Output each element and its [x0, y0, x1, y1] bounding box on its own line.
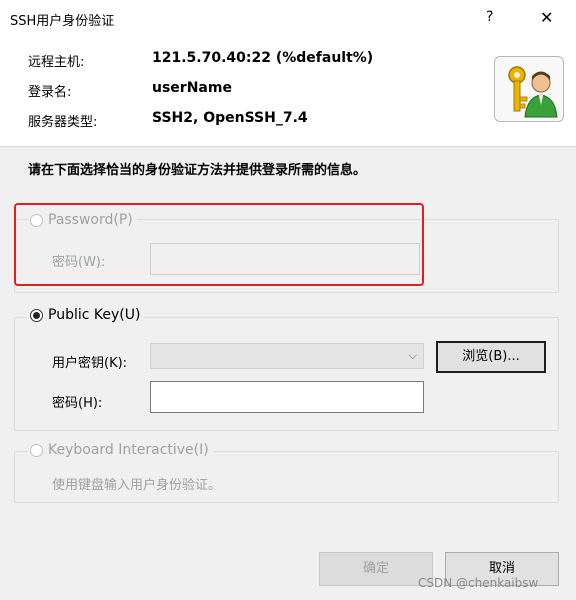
keyboard-interactive-label: Keyboard Interactive(I): [48, 442, 209, 458]
public-key-group: [14, 317, 559, 431]
remote-host-label: 远程主机:: [28, 55, 85, 70]
browse-button[interactable]: 浏览(B)...: [436, 341, 546, 373]
key-password-input[interactable]: [150, 381, 424, 413]
server-type-value: SSH2, OpenSSH_7.4: [152, 110, 308, 126]
login-name-label: 登录名:: [28, 85, 72, 100]
password-radio-icon: [30, 213, 43, 227]
close-button[interactable]: ✕: [540, 8, 553, 27]
keyboard-interactive-description: 使用键盘输入用户身份验证。: [52, 478, 222, 493]
user-key-label: 用户密钥(K):: [52, 356, 128, 371]
connection-info: 远程主机: 121.5.70.40:22 (%default%) 登录名: us…: [0, 36, 576, 146]
key-user-icon: [494, 56, 564, 122]
remote-host-value: 121.5.70.40:22 (%default%): [152, 50, 374, 66]
auth-content: 请在下面选择恰当的身份验证方法并提供登录所需的信息。 Password(P) 密…: [0, 147, 576, 600]
public-key-radio-icon: [30, 308, 43, 322]
password-radio-label: Password(P): [48, 212, 133, 228]
public-key-radio[interactable]: Public Key(U): [28, 307, 145, 323]
public-key-radio-label: Public Key(U): [48, 307, 141, 323]
ok-button[interactable]: 确定: [319, 552, 433, 586]
browse-button-label: 浏览(B)...: [462, 349, 520, 364]
server-type-label: 服务器类型:: [28, 115, 98, 130]
help-button[interactable]: ?: [486, 9, 493, 25]
watermark: CSDN @chenkaibsw: [418, 576, 539, 590]
password-input[interactable]: [150, 243, 420, 275]
password-radio[interactable]: Password(P): [28, 212, 137, 228]
password-field-label: 密码(W):: [52, 255, 106, 270]
user-key-select[interactable]: ⌵: [150, 343, 424, 369]
key-password-label: 密码(H):: [52, 396, 103, 411]
title-bar: SSH用户身份验证 ? ✕: [0, 0, 576, 36]
instruction-text: 请在下面选择恰当的身份验证方法并提供登录所需的信息。: [28, 163, 367, 178]
login-name-value: userName: [152, 80, 232, 96]
keyboard-interactive-radio-icon: [30, 443, 43, 457]
keyboard-interactive-radio[interactable]: Keyboard Interactive(I): [28, 442, 213, 458]
ok-button-label: 确定: [362, 561, 389, 576]
window-title: SSH用户身份验证: [10, 14, 115, 29]
chevron-down-icon: ⌵: [408, 349, 417, 362]
cancel-button-label: 取消: [488, 561, 515, 576]
